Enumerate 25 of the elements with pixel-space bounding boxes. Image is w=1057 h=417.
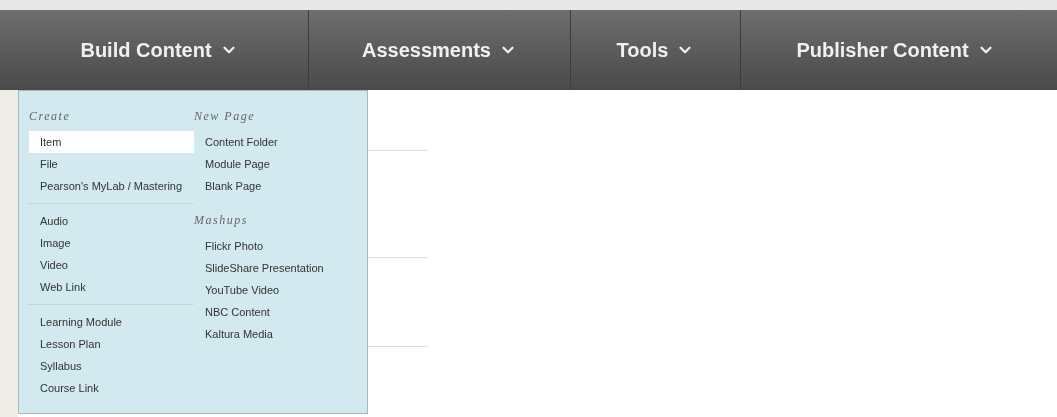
menu-item[interactable]: Video <box>29 254 194 276</box>
section-heading: Create <box>29 108 72 125</box>
menu-item[interactable]: Kaltura Media <box>194 323 364 345</box>
section-heading: Mashups <box>194 212 249 229</box>
menu-item[interactable]: Module Page <box>194 153 364 175</box>
menu-item[interactable]: Pearson's MyLab / Mastering <box>29 175 194 197</box>
menu-item[interactable]: Audio <box>29 210 194 232</box>
nav-menu-button[interactable]: Tools <box>570 10 740 90</box>
menu-item[interactable]: Content Folder <box>194 131 364 153</box>
menu-item[interactable]: Item <box>29 131 194 153</box>
section-heading: New Page <box>194 108 256 125</box>
menu-item[interactable]: YouTube Video <box>194 279 364 301</box>
menu-item[interactable]: Lesson Plan <box>29 333 194 355</box>
menu-item[interactable]: Web Link <box>29 276 194 298</box>
nav-menu-button[interactable]: Build Content <box>10 10 308 90</box>
menu-item[interactable]: Flickr Photo <box>194 235 364 257</box>
menu-item[interactable]: File <box>29 153 194 175</box>
nav-menu-button[interactable]: Publisher Content <box>740 10 1050 90</box>
menu-item[interactable]: NBC Content <box>194 301 364 323</box>
menu-item[interactable]: Image <box>29 232 194 254</box>
menu-item[interactable]: SlideShare Presentation <box>194 257 364 279</box>
menu-item[interactable]: Blank Page <box>194 175 364 197</box>
menu-item[interactable]: Syllabus <box>29 355 194 377</box>
menu-item[interactable]: Learning Module <box>29 311 194 333</box>
menu-item[interactable]: Course Link <box>29 377 194 399</box>
